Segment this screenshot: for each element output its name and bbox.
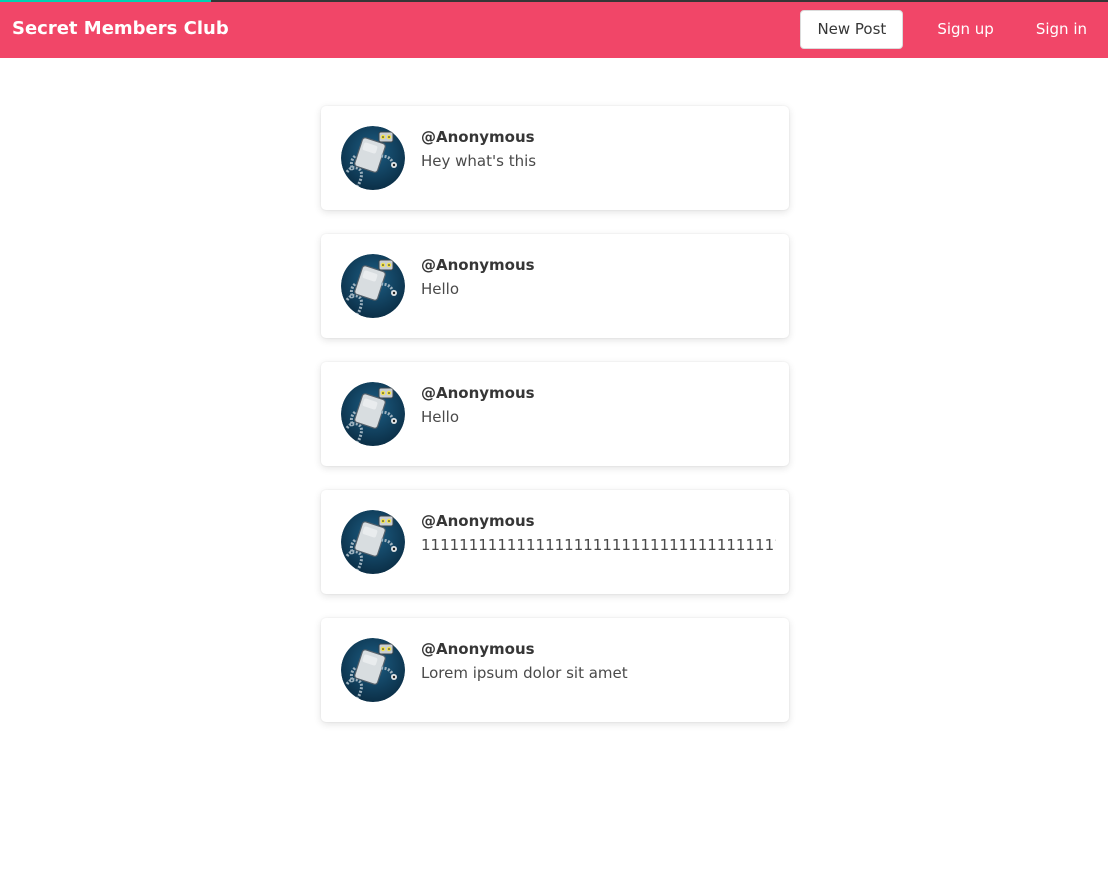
robot-avatar-icon bbox=[341, 382, 405, 446]
post-body: Hello bbox=[421, 408, 460, 426]
post-body: Hello bbox=[421, 280, 460, 298]
new-post-button[interactable]: New Post bbox=[800, 9, 904, 49]
post-author: @Anonymous bbox=[421, 128, 535, 146]
navbar: Secret Members Club New Post Sign up Sig… bbox=[0, 0, 1108, 58]
post-author: @Anonymous bbox=[421, 512, 535, 530]
sign-up-link[interactable]: Sign up bbox=[912, 0, 1011, 58]
post-body: Hey what's this bbox=[421, 152, 537, 170]
robot-avatar-icon bbox=[341, 126, 405, 190]
sign-in-link[interactable]: Sign in bbox=[1011, 0, 1108, 58]
post-card: @Anonymous Hey what's this bbox=[321, 106, 789, 210]
page-load-progress-bar bbox=[0, 0, 1108, 2]
brand-title[interactable]: Secret Members Club bbox=[12, 18, 229, 39]
post-card: @Anonymous Hello bbox=[321, 362, 789, 466]
post-author: @Anonymous bbox=[421, 256, 535, 274]
post-author: @Anonymous bbox=[421, 384, 535, 402]
robot-avatar-icon bbox=[341, 638, 405, 702]
post-feed: @Anonymous Hey what's this @Anonymous He… bbox=[321, 106, 789, 746]
post-card: @Anonymous 11111111111111111111111111111… bbox=[321, 490, 789, 594]
post-body: Lorem ipsum dolor sit amet bbox=[421, 664, 628, 682]
post-author: @Anonymous bbox=[421, 640, 535, 658]
post-card: @Anonymous Lorem ipsum dolor sit amet bbox=[321, 618, 789, 722]
robot-avatar-icon bbox=[341, 254, 405, 318]
post-card: @Anonymous Hello bbox=[321, 234, 789, 338]
page-load-progress-fill bbox=[0, 0, 211, 2]
post-body: 1111111111111111111111111111111111111111… bbox=[421, 536, 776, 554]
robot-avatar-icon bbox=[341, 510, 405, 574]
navbar-end: New Post Sign up Sign in bbox=[800, 0, 1108, 58]
